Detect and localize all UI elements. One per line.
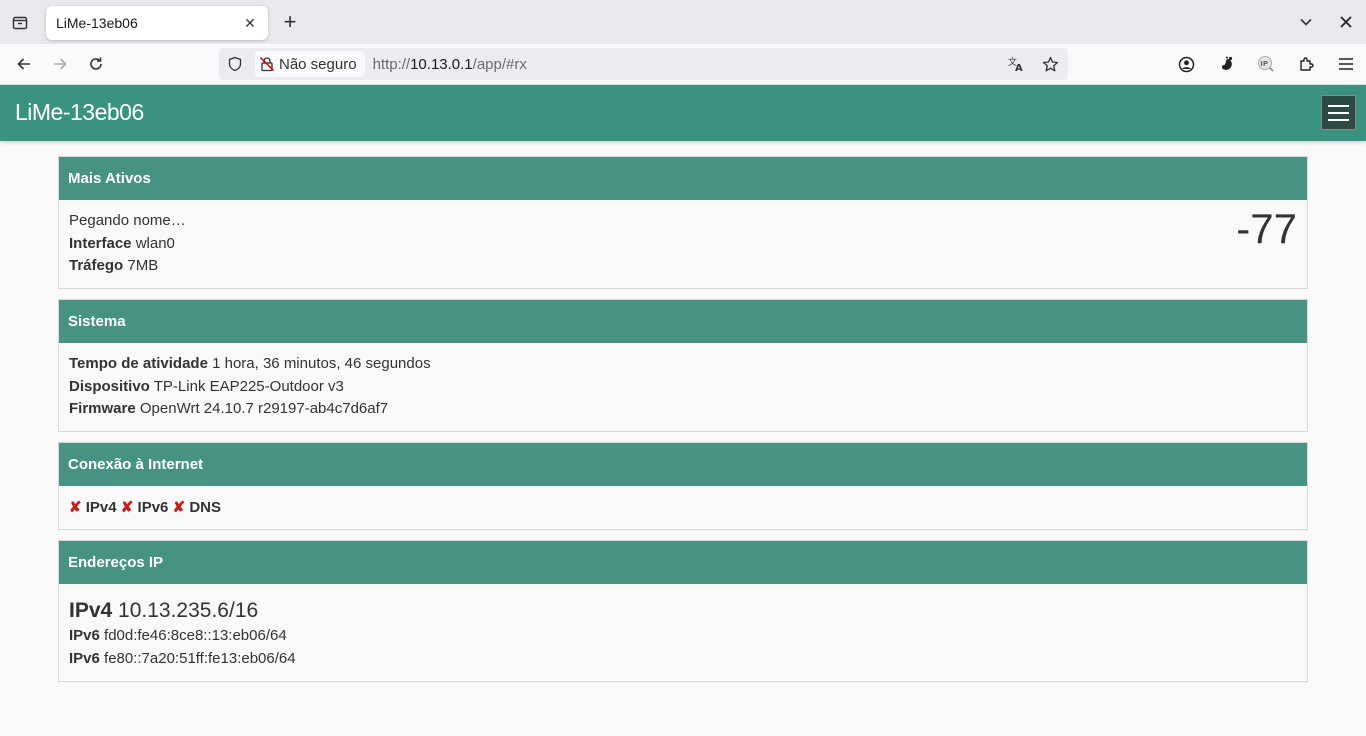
tab-list-icon	[12, 16, 28, 30]
url-prefix: http://	[372, 55, 411, 73]
hamburger-menu-button[interactable]	[1321, 95, 1356, 130]
svg-text:IP: IP	[1260, 60, 1268, 68]
ipv4-label: IPv4	[69, 599, 113, 622]
app-title[interactable]: LiMe-13eb06	[15, 99, 144, 126]
uptime-row: Tempo de atividade 1 hora, 36 minutos, 4…	[69, 353, 1297, 376]
card-body: IPv4 10.13.235.6/16 IPv6 fd0d:fe46:8ce8:…	[59, 584, 1307, 681]
card-header: Sistema	[59, 300, 1307, 343]
card-body: ✘ IPv4 ✘ IPv6 ✘ DNS	[59, 486, 1307, 529]
check-ipv4: IPv4	[85, 499, 117, 516]
traffic-value: 7MB	[127, 257, 159, 274]
browser-nav-bar: Não seguro http://10.13.0.1/app/#rx 文A I…	[0, 44, 1366, 85]
ipv6-row: IPv6 fe80::7a20:51ff:fe13:eb06/64	[69, 648, 1297, 671]
device-row: Dispositivo TP-Link EAP225-Outdoor v3	[69, 376, 1297, 399]
card-enderecos: Endereços IP IPv4 10.13.235.6/16 IPv6 fd…	[58, 540, 1308, 682]
hamburger-bar	[1328, 118, 1349, 121]
fail-mark-icon: ✘	[69, 499, 82, 516]
url-path: /app/#rx	[472, 55, 527, 73]
app-menu-icon[interactable]	[1326, 52, 1366, 76]
traffic-label: Tráfego	[69, 257, 124, 274]
shield-icon[interactable]	[219, 56, 251, 72]
firmware-label: Firmware	[69, 400, 136, 417]
bookmark-star-icon[interactable]	[1038, 52, 1062, 76]
device-value: TP-Link EAP225-Outdoor v3	[153, 377, 344, 395]
card-header: Conexão à Internet	[59, 443, 1307, 486]
new-tab-icon[interactable]: +	[278, 9, 302, 34]
close-window-icon[interactable]	[1326, 0, 1366, 44]
card-mais-ativos: Mais Ativos Pegando nome… Interface wlan…	[58, 156, 1308, 289]
firmware-row: Firmware OpenWrt 24.10.7 r29197-ab4c7d6a…	[69, 398, 1297, 421]
tab-list-button[interactable]	[0, 0, 40, 44]
firmware-value: OpenWrt 24.10.7 r29197-ab4c7d6af7	[139, 400, 389, 417]
extensions-puzzle-icon[interactable]	[1286, 52, 1326, 76]
account-icon[interactable]	[1166, 52, 1206, 76]
ipv4-row: IPv4 10.13.235.6/16	[69, 597, 1297, 625]
app-header: LiMe-13eb06	[0, 85, 1366, 141]
ipv6-value: fe80::7a20:51ff:fe13:eb06/64	[104, 649, 296, 667]
interface-label: Interface	[69, 234, 132, 252]
reload-icon[interactable]	[84, 52, 108, 76]
card-body: Tempo de atividade 1 hora, 36 minutos, 4…	[59, 343, 1307, 431]
card-header: Endereços IP	[59, 541, 1307, 584]
hamburger-bar	[1328, 111, 1349, 114]
ipv6-label: IPv6	[69, 649, 100, 667]
traffic-row: Tráfego 7MB	[69, 255, 1297, 278]
extension-gnome-icon[interactable]	[1206, 52, 1246, 76]
check-ipv6: IPv6	[137, 499, 169, 516]
url-bar[interactable]: Não seguro http://10.13.0.1/app/#rx 文A	[219, 48, 1068, 80]
translate-icon[interactable]: 文A	[1004, 52, 1028, 76]
ipv6-row: IPv6 fd0d:fe46:8ce8::13:eb06/64	[69, 625, 1297, 648]
browser-tab[interactable]: LiMe-13eb06 ✕	[46, 6, 268, 40]
station-name: Pegando nome…	[69, 212, 186, 229]
card-conexao: Conexão à Internet ✘ IPv4 ✘ IPv6 ✘ DNS	[58, 442, 1308, 530]
card-sistema: Sistema Tempo de atividade 1 hora, 36 mi…	[58, 299, 1308, 432]
svg-text:A: A	[1015, 63, 1023, 73]
hamburger-bar	[1328, 104, 1349, 107]
device-label: Dispositivo	[69, 377, 150, 395]
fail-mark-icon: ✘	[120, 499, 134, 516]
ipv6-value: fd0d:fe46:8ce8::13:eb06/64	[104, 627, 287, 644]
tab-close-icon[interactable]: ✕	[242, 15, 258, 31]
signal-strength: -77	[1236, 205, 1297, 252]
forward-icon[interactable]	[48, 52, 72, 76]
interface-row: Interface wlan0	[69, 233, 1297, 256]
fail-mark-icon: ✘	[172, 499, 186, 516]
uptime-label: Tempo de atividade	[69, 355, 208, 372]
ip-address-icon[interactable]: IP	[1246, 52, 1286, 76]
interface-value: wlan0	[135, 234, 175, 252]
url-text[interactable]: http://10.13.0.1/app/#rx	[373, 56, 527, 73]
card-body: Pegando nome… Interface wlan0 Tráfego 7M…	[59, 200, 1307, 288]
tab-title: LiMe-13eb06	[56, 15, 138, 31]
url-host: 10.13.0.1	[410, 55, 473, 73]
main-content: Mais Ativos Pegando nome… Interface wlan…	[58, 156, 1308, 692]
security-label: Não seguro	[279, 55, 357, 73]
ipv4-value: 10.13.235.6/16	[118, 599, 259, 622]
back-icon[interactable]	[12, 52, 36, 76]
security-indicator[interactable]: Não seguro	[255, 51, 365, 77]
uptime-value: 1 hora, 36 minutos, 46 segundos	[212, 355, 431, 372]
ipv6-label: IPv6	[69, 627, 100, 644]
check-dns: DNS	[189, 499, 221, 516]
card-header: Mais Ativos	[59, 157, 1307, 200]
browser-tab-bar: LiMe-13eb06 ✕ +	[0, 0, 1366, 44]
insecure-lock-icon	[259, 56, 275, 72]
chevron-down-icon[interactable]	[1286, 0, 1326, 44]
